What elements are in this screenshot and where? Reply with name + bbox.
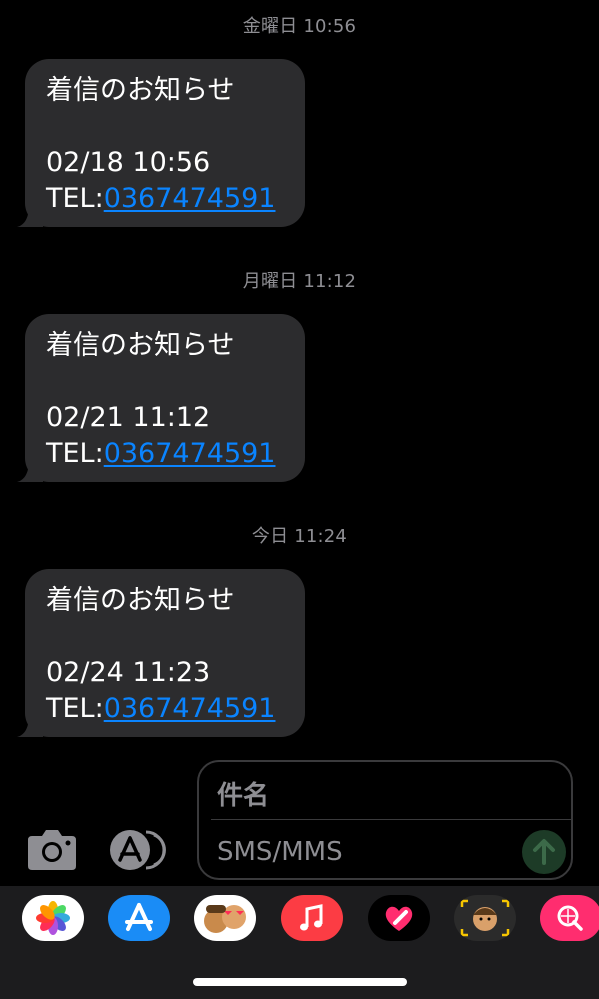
phone-number-link[interactable]: 0367474591 (104, 438, 276, 469)
send-arrow-icon (533, 839, 555, 865)
message-input[interactable] (217, 830, 507, 874)
message-datetime: 02/21 11:12 (46, 402, 211, 433)
photos-app-icon[interactable] (22, 895, 84, 941)
message-bubble[interactable]: 着信のお知らせ 02/24 11:23 TEL:0367474591 (17, 569, 305, 737)
camera-button[interactable] (26, 828, 78, 872)
message-title: 着信のお知らせ (46, 585, 235, 616)
message-title: 着信のお知らせ (46, 330, 235, 361)
phone-number-link[interactable]: 0367474591 (104, 693, 276, 724)
message-bubble[interactable]: 着信のお知らせ 02/18 10:56 TEL:0367474591 (17, 59, 305, 227)
digital-touch-icon[interactable] (368, 895, 430, 941)
tel-label: TEL: (46, 438, 104, 469)
message-timestamp: 月曜日 11:12 (242, 271, 357, 292)
message-datetime: 02/18 10:56 (46, 147, 211, 178)
compose-box[interactable] (197, 760, 573, 880)
message-title: 着信のお知らせ (46, 75, 235, 106)
image-search-icon[interactable] (540, 895, 599, 941)
memoji-icon[interactable] (454, 895, 516, 941)
music-app-icon[interactable] (281, 895, 343, 941)
message-bubble[interactable]: 着信のお知らせ 02/21 11:12 TEL:0367474591 (17, 314, 305, 482)
apps-button[interactable] (108, 828, 170, 872)
memoji-stickers-icon[interactable] (194, 895, 256, 941)
camera-icon (28, 830, 76, 870)
tel-label: TEL: (46, 183, 104, 214)
app-store-icon (110, 830, 166, 870)
phone-number-link[interactable]: 0367474591 (104, 183, 276, 214)
message-datetime: 02/24 11:23 (46, 657, 211, 688)
tel-label: TEL: (46, 693, 104, 724)
subject-field[interactable] (217, 774, 557, 818)
bubble-tail (17, 460, 43, 482)
message-timestamp: 金曜日 10:56 (242, 16, 357, 37)
app-store-app-icon[interactable] (108, 895, 170, 941)
bubble-tail (17, 205, 43, 227)
bubble-tail (17, 715, 43, 737)
message-timestamp: 今日 11:24 (251, 526, 348, 547)
home-indicator[interactable] (193, 978, 407, 986)
compose-divider (211, 819, 571, 820)
send-button[interactable] (522, 830, 566, 874)
